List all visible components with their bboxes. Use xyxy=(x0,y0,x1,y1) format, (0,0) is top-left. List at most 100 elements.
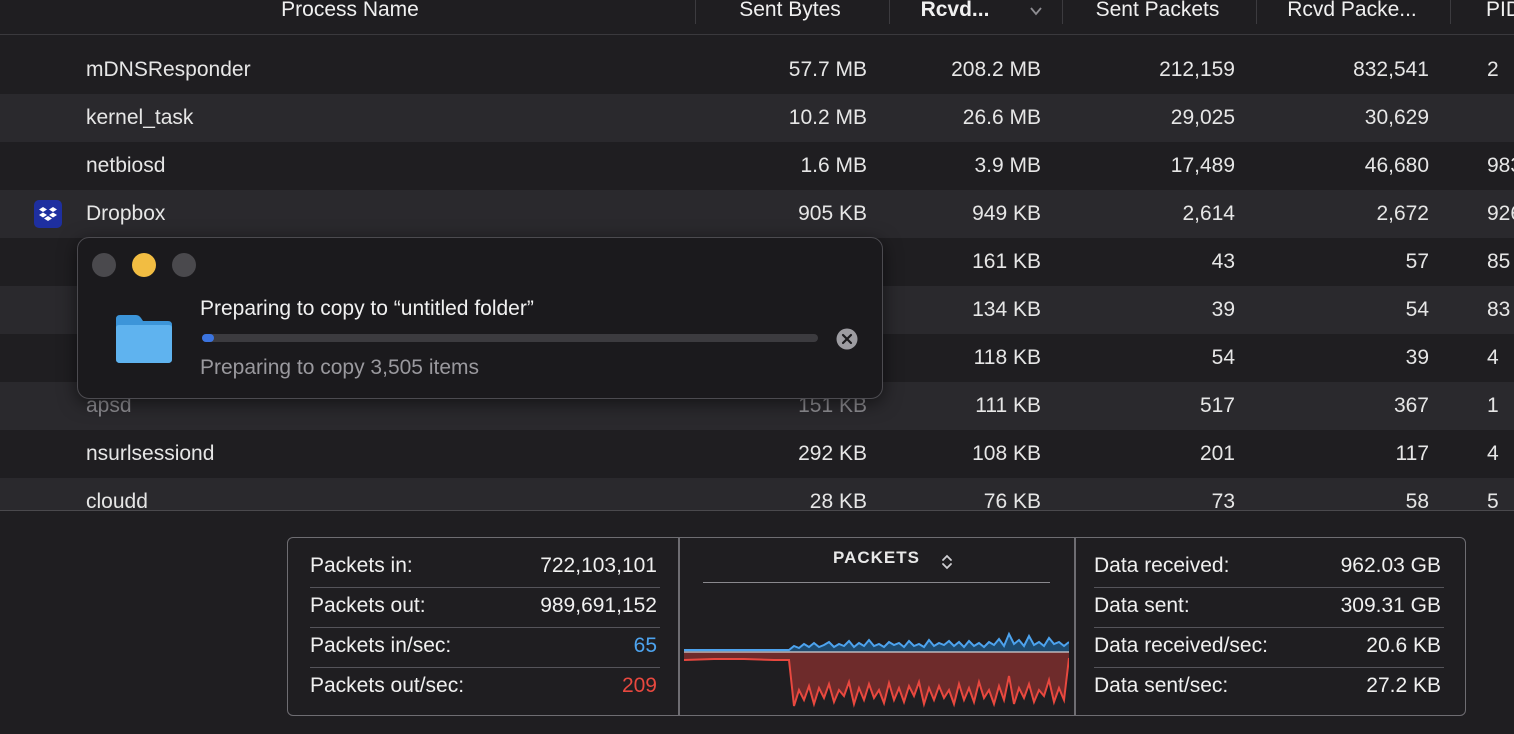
table-row[interactable]: Dropbox 905 KB 949 KB 2,614 2,672 926 xyxy=(0,190,1514,238)
column-separator xyxy=(695,0,696,24)
dialog-subtitle: Preparing to copy 3,505 items xyxy=(200,356,479,379)
stat-value: 989,691,152 xyxy=(540,594,657,617)
progress-fill xyxy=(202,334,215,342)
stat-label: Packets in/sec: xyxy=(310,634,452,657)
sent-packets-cell: 29,025 xyxy=(1170,106,1235,129)
sent-bytes-cell: 10.2 MB xyxy=(788,106,867,129)
pid-cell: 5 xyxy=(1487,490,1499,510)
column-header-sent-packets[interactable]: Sent Packets xyxy=(1070,0,1245,34)
panel-divider xyxy=(678,538,680,715)
process-name: nsurlsessiond xyxy=(86,442,215,465)
rcvd-packets-cell: 832,541 xyxy=(1353,58,1429,81)
sent-packets-cell: 212,159 xyxy=(1159,58,1235,81)
rcvd-packets-cell: 58 xyxy=(1405,490,1429,510)
rcvd-packets-cell: 117 xyxy=(1395,442,1429,465)
copy-progress-bar xyxy=(202,334,818,342)
stat-value: 962.03 GB xyxy=(1340,554,1441,577)
column-header-rcvd-packets[interactable]: Rcvd Packe... xyxy=(1262,0,1442,34)
stat-data-sent: Data sent: 309.31 GB xyxy=(1094,587,1444,628)
rcvd-packets-cell: 2,672 xyxy=(1376,202,1429,225)
column-header-pid[interactable]: PID xyxy=(1486,0,1514,34)
packets-out-area xyxy=(684,652,1069,706)
rcvd-packets-cell: 39 xyxy=(1405,346,1429,369)
pid-cell: 983 xyxy=(1487,154,1514,177)
process-name: Dropbox xyxy=(86,202,166,225)
rcvd-bytes-cell: 108 KB xyxy=(972,442,1041,465)
column-separator xyxy=(1062,0,1063,24)
stat-value: 20.6 KB xyxy=(1366,634,1441,657)
rcvd-packets-cell: 30,629 xyxy=(1364,106,1429,129)
stat-label: Data sent: xyxy=(1094,594,1190,617)
pid-cell: 85 xyxy=(1487,250,1511,273)
rcvd-bytes-cell: 208.2 MB xyxy=(951,58,1041,81)
table-divider xyxy=(0,510,1514,511)
stat-label: Packets out: xyxy=(310,594,426,617)
pid-cell: 926 xyxy=(1487,202,1514,225)
column-header-rcvd-bytes[interactable]: Rcvd... xyxy=(900,0,1010,34)
process-name: cloudd xyxy=(86,490,148,510)
graph-title-underline xyxy=(703,582,1050,583)
stat-data-received-sec: Data received/sec: 20.6 KB xyxy=(1094,627,1444,668)
chevron-down-icon[interactable] xyxy=(1030,6,1042,16)
minimize-window-button[interactable] xyxy=(132,253,156,277)
graph-mode-title[interactable]: PACKETS xyxy=(703,548,1050,568)
rcvd-packets-cell: 54 xyxy=(1405,298,1429,321)
column-separator xyxy=(889,0,890,24)
dropbox-icon xyxy=(34,200,62,228)
table-header: Process Name Sent Bytes Rcvd... Sent Pac… xyxy=(0,0,1514,35)
close-window-button[interactable] xyxy=(92,253,116,277)
table-row[interactable]: kernel_task 10.2 MB 26.6 MB 29,025 30,62… xyxy=(0,94,1514,142)
pid-cell: 2 xyxy=(1487,58,1499,81)
network-stats-panel: Packets in: 722,103,101 Packets out: 989… xyxy=(287,537,1466,716)
copy-progress-dialog: Preparing to copy to “untitled folder” P… xyxy=(77,237,883,399)
sent-packets-cell: 54 xyxy=(1211,346,1235,369)
sent-bytes-cell: 1.6 MB xyxy=(800,154,867,177)
sent-packets-cell: 39 xyxy=(1211,298,1235,321)
zoom-window-button[interactable] xyxy=(172,253,196,277)
sent-bytes-cell: 905 KB xyxy=(798,202,867,225)
table-row[interactable]: mDNSResponder 57.7 MB 208.2 MB 212,159 8… xyxy=(0,46,1514,94)
rcvd-packets-cell: 57 xyxy=(1405,250,1429,273)
sent-packets-cell: 17,489 xyxy=(1170,154,1235,177)
dialog-title: Preparing to copy to “untitled folder” xyxy=(200,297,534,320)
sent-bytes-cell: 292 KB xyxy=(798,442,867,465)
stat-label: Data received: xyxy=(1094,554,1230,577)
sent-packets-cell: 201 xyxy=(1199,442,1235,465)
sent-bytes-cell: 57.7 MB xyxy=(788,58,867,81)
sent-bytes-cell: 28 KB xyxy=(809,490,867,510)
pid-cell xyxy=(1487,94,1514,142)
stat-value: 309.31 GB xyxy=(1340,594,1441,617)
rcvd-bytes-cell: 111 KB xyxy=(975,394,1041,417)
panel-divider xyxy=(1074,538,1076,715)
rcvd-bytes-cell: 134 KB xyxy=(972,298,1041,321)
stat-label: Packets in: xyxy=(310,554,413,577)
pid-cell: 4 xyxy=(1487,346,1499,369)
column-header-process-name[interactable]: Process Name xyxy=(180,0,520,34)
table-row[interactable]: nsurlsessiond 292 KB 108 KB 201 117 4 xyxy=(0,430,1514,478)
process-name: netbiosd xyxy=(86,154,166,177)
stat-value: 209 xyxy=(621,674,657,697)
stat-label: Data received/sec: xyxy=(1094,634,1268,657)
column-separator xyxy=(1256,0,1257,24)
stat-data-received: Data received: 962.03 GB xyxy=(1094,547,1444,588)
stat-packets-in-sec: Packets in/sec: 65 xyxy=(310,627,660,668)
rcvd-bytes-cell: 161 KB xyxy=(972,250,1041,273)
stat-packets-out: Packets out: 989,691,152 xyxy=(310,587,660,628)
up-down-chevron-icon[interactable] xyxy=(941,553,953,571)
process-name: mDNSResponder xyxy=(86,58,251,81)
stat-packets-out-sec: Packets out/sec: 209 xyxy=(310,667,660,707)
stat-label: Packets out/sec: xyxy=(310,674,465,697)
table-row[interactable]: cloudd 28 KB 76 KB 73 58 5 xyxy=(0,478,1514,510)
rcvd-bytes-cell: 76 KB xyxy=(983,490,1041,510)
table-row[interactable]: netbiosd 1.6 MB 3.9 MB 17,489 46,680 983 xyxy=(0,142,1514,190)
process-name: kernel_task xyxy=(86,106,194,129)
pid-cell: 1 xyxy=(1487,394,1499,417)
packets-graph xyxy=(684,631,1069,708)
cancel-icon[interactable] xyxy=(836,328,858,350)
pid-cell: 4 xyxy=(1487,442,1499,465)
rcvd-bytes-cell: 26.6 MB xyxy=(962,106,1041,129)
column-header-sent-bytes[interactable]: Sent Bytes xyxy=(700,0,880,34)
stat-value: 722,103,101 xyxy=(540,554,657,577)
rcvd-packets-cell: 46,680 xyxy=(1364,154,1429,177)
stat-data-sent-sec: Data sent/sec: 27.2 KB xyxy=(1094,667,1444,707)
